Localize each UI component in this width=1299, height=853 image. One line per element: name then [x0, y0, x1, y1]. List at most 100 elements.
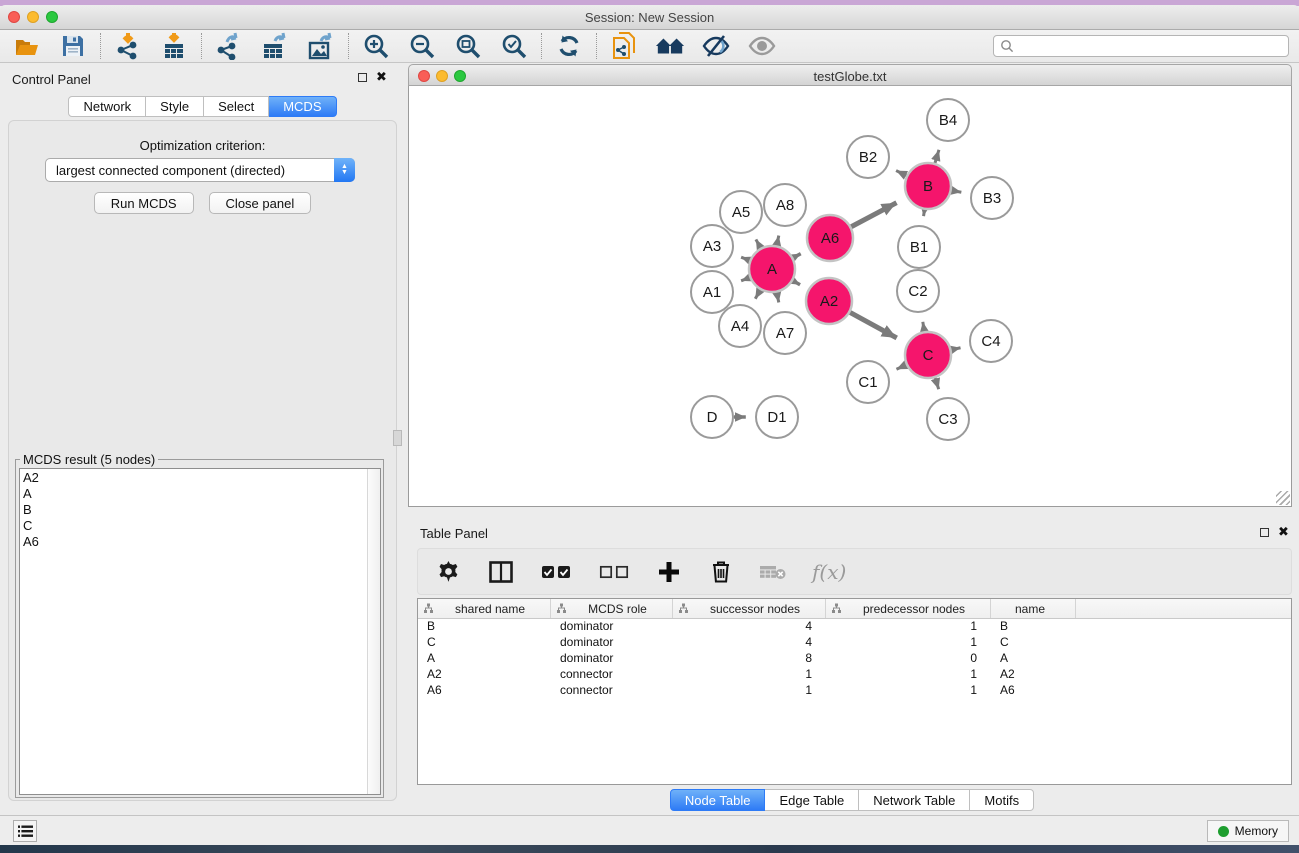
tab-mcds[interactable]: MCDS [269, 96, 336, 117]
edge-B-B2[interactable] [896, 171, 906, 176]
column-header-MCDS-role[interactable]: MCDS role [551, 599, 673, 618]
close-panel-button[interactable]: Close panel [209, 192, 312, 214]
graph-node-C4[interactable]: C4 [970, 320, 1012, 362]
graph-node-A4[interactable]: A4 [719, 305, 761, 347]
eye-slash-icon[interactable] [701, 31, 731, 61]
zoom-in-icon[interactable] [361, 31, 391, 61]
edge-A2-C[interactable] [850, 312, 897, 337]
delete-icon[interactable] [708, 559, 734, 585]
table-cell[interactable]: 4 [673, 635, 826, 651]
table-cell[interactable]: A2 [991, 667, 1076, 683]
import-network-icon[interactable] [113, 31, 143, 61]
graph-node-A7[interactable]: A7 [764, 312, 806, 354]
edge-C-C4[interactable] [951, 348, 960, 350]
node-table[interactable]: shared nameMCDS rolesuccessor nodesprede… [417, 598, 1292, 785]
table-cell[interactable]: C [418, 635, 551, 651]
edge-A6-B[interactable] [851, 203, 896, 227]
table-cell[interactable]: connector [551, 683, 673, 699]
column-header-predecessor-nodes[interactable]: predecessor nodes [826, 599, 991, 618]
table-cell[interactable]: A6 [991, 683, 1076, 699]
tab-network[interactable]: Network [68, 96, 146, 117]
mcds-result-list[interactable]: A2ABCA6 [19, 468, 381, 795]
graph-node-C3[interactable]: C3 [927, 398, 969, 440]
graph-node-A5[interactable]: A5 [720, 191, 762, 233]
edge-A-A4[interactable] [755, 290, 760, 299]
panel-divider-grip[interactable] [393, 430, 402, 446]
column-header-successor-nodes[interactable]: successor nodes [673, 599, 826, 618]
column-header-shared-name[interactable]: shared name [418, 599, 551, 618]
tab-select[interactable]: Select [204, 96, 269, 117]
run-mcds-button[interactable]: Run MCDS [94, 192, 194, 214]
tab-edge-table[interactable]: Edge Table [765, 789, 859, 811]
graph-node-C[interactable]: C [905, 332, 951, 378]
table-cell[interactable]: A [418, 651, 551, 667]
gear-icon[interactable] [436, 559, 462, 585]
graph-node-A1[interactable]: A1 [691, 271, 733, 313]
select-all-icon[interactable] [540, 559, 572, 585]
float-panel-icon[interactable] [358, 73, 367, 82]
graph-node-B1[interactable]: B1 [898, 226, 940, 268]
export-table-icon[interactable] [260, 31, 290, 61]
edge-C-C3[interactable] [935, 378, 939, 389]
table-cell[interactable]: 1 [826, 619, 991, 635]
table-cell[interactable]: 8 [673, 651, 826, 667]
graph-node-B2[interactable]: B2 [847, 136, 889, 178]
edge-C-C1[interactable] [896, 365, 906, 369]
table-cell[interactable]: 4 [673, 619, 826, 635]
import-table-icon[interactable] [159, 31, 189, 61]
optimization-criterion-select[interactable]: largest connected component (directed) ▲… [45, 158, 355, 182]
edge-A-A1[interactable] [741, 278, 749, 281]
graph-node-C2[interactable]: C2 [897, 270, 939, 312]
graph-node-A8[interactable]: A8 [764, 184, 806, 226]
table-cell[interactable]: B [418, 619, 551, 635]
search-input[interactable] [1018, 37, 1282, 55]
task-history-button[interactable] [13, 820, 37, 842]
table-cell[interactable]: dominator [551, 635, 673, 651]
tab-node-table[interactable]: Node Table [670, 789, 766, 811]
table-cell[interactable]: 1 [826, 635, 991, 651]
open-file-icon[interactable] [12, 31, 42, 61]
tab-network-table[interactable]: Network Table [859, 789, 970, 811]
network-window-titlebar[interactable]: testGlobe.txt [408, 64, 1292, 86]
table-cell[interactable]: dominator [551, 619, 673, 635]
table-cell[interactable]: 1 [673, 683, 826, 699]
edge-B-B3[interactable] [952, 190, 962, 192]
graph-node-B4[interactable]: B4 [927, 99, 969, 141]
graph-node-A3[interactable]: A3 [691, 225, 733, 267]
export-network-icon[interactable] [214, 31, 244, 61]
export-image-icon[interactable] [306, 31, 336, 61]
table-row[interactable]: A6connector11A6 [418, 683, 1291, 699]
deselect-all-icon[interactable] [598, 559, 630, 585]
graph-node-A[interactable]: A [749, 246, 795, 292]
graph-node-A2[interactable]: A2 [806, 278, 852, 324]
column-view-icon[interactable] [488, 559, 514, 585]
table-cell[interactable]: C [991, 635, 1076, 651]
float-table-panel-icon[interactable] [1260, 528, 1269, 537]
table-cell[interactable]: dominator [551, 651, 673, 667]
table-row[interactable]: A2connector11A2 [418, 667, 1291, 683]
edge-A-A3[interactable] [741, 257, 749, 260]
save-session-icon[interactable] [58, 31, 88, 61]
resize-grip-icon[interactable] [1276, 491, 1290, 505]
table-cell[interactable]: A2 [418, 667, 551, 683]
home-icon[interactable] [655, 31, 685, 61]
network-canvas[interactable]: B4B2BB3A5A8A6B1A3AA1C2A2A4A7C4CC1C3DD1 [408, 86, 1292, 507]
table-cell[interactable]: A [991, 651, 1076, 667]
close-panel-icon[interactable]: ✖ [376, 69, 387, 85]
edge-A-A8[interactable] [777, 236, 779, 246]
edge-A-A5[interactable] [756, 239, 761, 248]
table-cell[interactable]: 1 [826, 683, 991, 699]
table-row[interactable]: Bdominator41B [418, 619, 1291, 635]
edge-A-A2[interactable] [793, 281, 800, 285]
graph-node-A6[interactable]: A6 [807, 215, 853, 261]
clone-network-icon[interactable] [609, 31, 639, 61]
graph-node-B[interactable]: B [905, 163, 951, 209]
column-header-name[interactable]: name [991, 599, 1076, 618]
zoom-fit-icon[interactable] [453, 31, 483, 61]
zoom-selected-icon[interactable] [499, 31, 529, 61]
edge-B-B1[interactable] [924, 210, 925, 216]
edge-B-B4[interactable] [935, 150, 939, 163]
table-cell[interactable]: 0 [826, 651, 991, 667]
close-table-panel-icon[interactable]: ✖ [1278, 524, 1289, 540]
add-column-icon[interactable] [656, 559, 682, 585]
